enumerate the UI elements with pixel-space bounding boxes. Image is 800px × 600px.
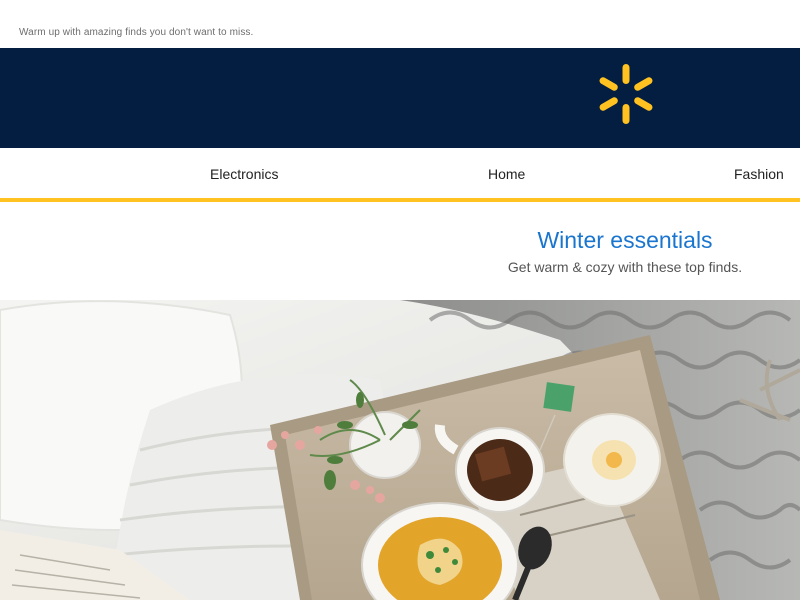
brand-header-bar — [0, 48, 800, 148]
hero-illustration — [0, 300, 800, 600]
nav-link-home[interactable]: Home — [488, 166, 525, 182]
spark-logo-icon[interactable] — [596, 63, 656, 125]
preheader-text: Warm up with amazing finds you don't wan… — [19, 27, 254, 38]
nav-link-fashion[interactable]: Fashion — [734, 166, 784, 182]
category-nav: Electronics Home Fashion — [0, 148, 800, 198]
hero-image[interactable] — [0, 300, 800, 600]
hero-subtitle: Get warm & cozy with these top finds. — [507, 259, 743, 275]
nav-link-electronics[interactable]: Electronics — [210, 166, 278, 182]
nav-divider — [0, 198, 800, 202]
hero-title: Winter essentials — [537, 227, 713, 253]
